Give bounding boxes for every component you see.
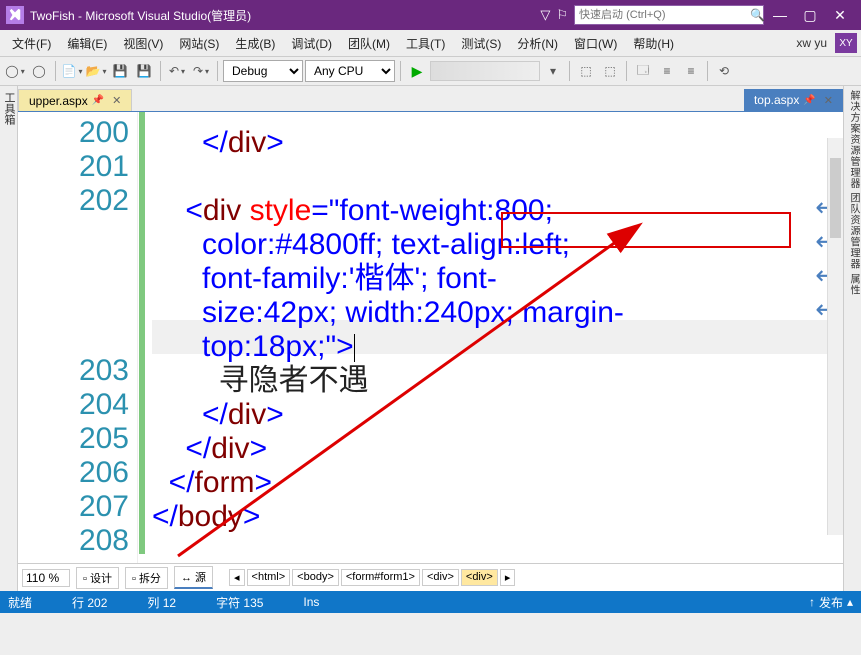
view-split[interactable]: ▫ 拆分 — [125, 567, 168, 589]
tag-breadcrumb: ◂ <html> <body> <form#form1> <div> <div>… — [229, 569, 515, 586]
platform-dropdown[interactable]: Any CPU — [305, 60, 395, 82]
status-bar: 就绪 行 202 列 12 字符 135 Ins ↑ 发布 ▴ — [0, 591, 861, 613]
menu-test[interactable]: 测试(S) — [453, 33, 509, 54]
tb-misc-5[interactable]: ≡ — [680, 60, 702, 82]
bc-html[interactable]: <html> — [247, 569, 291, 586]
tab-upper-aspx[interactable]: upper.aspx 📌 ✕ — [18, 89, 132, 111]
close-tab-icon[interactable]: ✕ — [112, 94, 121, 107]
search-icon[interactable]: 🔍 — [750, 8, 765, 22]
new-project-button[interactable]: 📄 — [61, 60, 83, 82]
document-tabs: upper.aspx 📌 ✕ top.aspx 📌 ✕ — [18, 86, 843, 112]
bc-div1[interactable]: <div> — [422, 569, 459, 586]
config-dropdown[interactable]: Debug — [223, 60, 303, 82]
browser-target[interactable] — [430, 61, 540, 81]
pin-icon[interactable]: 📌 — [803, 95, 815, 106]
toolbox-panel-tab[interactable]: 工具箱 — [0, 86, 18, 591]
feedback-icon[interactable]: ⚐ — [556, 7, 568, 23]
nav-fwd-button[interactable]: ◯ — [28, 60, 50, 82]
tb-misc-6[interactable]: ⟲ — [713, 60, 735, 82]
redo-button[interactable]: ↷ — [190, 60, 212, 82]
close-button[interactable]: ✕ — [825, 7, 855, 24]
menu-view[interactable]: 视图(V) — [115, 33, 171, 54]
bc-body[interactable]: <body> — [292, 569, 339, 586]
code-text[interactable]: </div> <div style="font-weight:800;↩ col… — [146, 112, 843, 563]
toolbar: ◯ ◯ 📄 📂 💾 💾 ↶ ↷ Debug Any CPU ▶ ▾ ⬚ ⬚ 🗔 … — [0, 56, 861, 86]
menu-bar: 文件(F) 编辑(E) 视图(V) 网站(S) 生成(B) 调试(D) 团队(M… — [0, 30, 861, 56]
status-line: 行 202 — [72, 594, 107, 611]
menu-help[interactable]: 帮助(H) — [625, 33, 682, 54]
vertical-scrollbar[interactable] — [827, 138, 843, 535]
maximize-button[interactable]: ▢ — [795, 7, 825, 24]
bc-nav-right[interactable]: ▸ — [500, 569, 516, 586]
right-tool-tabs[interactable]: 解决方案资源管理器 团队资源管理器 属性 — [843, 86, 861, 591]
code-editor[interactable]: 200 201 202 203 204 205 206 207 208 </di… — [18, 112, 843, 563]
notification-icon[interactable]: ▽ — [540, 7, 550, 23]
quick-launch-input[interactable] — [574, 5, 764, 25]
minimize-button[interactable]: — — [765, 7, 795, 23]
tb-dropdown-icon[interactable]: ▾ — [542, 60, 564, 82]
save-all-button[interactable]: 💾 — [133, 60, 155, 82]
line-numbers: 200 201 202 203 204 205 206 207 208 — [18, 112, 138, 563]
publish-button[interactable]: ↑ 发布 ▴ — [809, 594, 853, 611]
pin-icon[interactable]: 📌 — [92, 95, 104, 106]
editor: upper.aspx 📌 ✕ top.aspx 📌 ✕ 200 201 202 … — [18, 86, 843, 591]
status-ins: Ins — [303, 595, 319, 609]
menu-website[interactable]: 网站(S) — [171, 33, 227, 54]
window-title: TwoFish - Microsoft Visual Studio(管理员) — [30, 7, 540, 24]
user-name[interactable]: xw yu — [796, 36, 827, 50]
status-ready: 就绪 — [8, 594, 32, 611]
tb-misc-2[interactable]: ⬚ — [599, 60, 621, 82]
view-source[interactable]: ↔ 源 — [174, 566, 213, 589]
view-design[interactable]: ▫ 设计 — [76, 567, 119, 589]
menu-debug[interactable]: 调试(D) — [283, 33, 340, 54]
save-button[interactable]: 💾 — [109, 60, 131, 82]
bc-nav-left[interactable]: ◂ — [229, 569, 245, 586]
status-char: 字符 135 — [216, 594, 263, 611]
menu-edit[interactable]: 编辑(E) — [59, 33, 115, 54]
menu-team[interactable]: 团队(M) — [340, 33, 398, 54]
close-tab-icon[interactable]: ✕ — [824, 94, 833, 107]
menu-analyze[interactable]: 分析(N) — [509, 33, 566, 54]
nav-back-button[interactable]: ◯ — [4, 60, 26, 82]
open-file-button[interactable]: 📂 — [85, 60, 107, 82]
tab-label: top.aspx — [754, 93, 799, 107]
change-indicator — [138, 112, 146, 563]
tb-misc-1[interactable]: ⬚ — [575, 60, 597, 82]
work-area: 工具箱 upper.aspx 📌 ✕ top.aspx 📌 ✕ 200 201 … — [0, 86, 861, 591]
tb-misc-3[interactable]: 🗔 — [632, 60, 654, 82]
menu-build[interactable]: 生成(B) — [227, 33, 283, 54]
zoom-level[interactable]: 110 % — [22, 569, 70, 587]
editor-bottom-bar: 110 % ▫ 设计 ▫ 拆分 ↔ 源 ◂ <html> <body> <for… — [18, 563, 843, 591]
bc-div2[interactable]: <div> — [461, 569, 498, 586]
tab-label: upper.aspx — [29, 94, 88, 108]
undo-button[interactable]: ↶ — [166, 60, 188, 82]
start-debug-button[interactable]: ▶ — [406, 60, 428, 82]
menu-window[interactable]: 窗口(W) — [566, 33, 625, 54]
tab-top-aspx[interactable]: top.aspx 📌 ✕ — [744, 89, 843, 111]
menu-tools[interactable]: 工具(T) — [398, 33, 453, 54]
status-col: 列 12 — [147, 594, 176, 611]
menu-file[interactable]: 文件(F) — [4, 33, 59, 54]
tb-misc-4[interactable]: ≡ — [656, 60, 678, 82]
title-bar: TwoFish - Microsoft Visual Studio(管理员) ▽… — [0, 0, 861, 30]
vs-logo-icon — [6, 6, 24, 24]
user-badge[interactable]: XY — [835, 33, 857, 53]
bc-form[interactable]: <form#form1> — [341, 569, 420, 586]
